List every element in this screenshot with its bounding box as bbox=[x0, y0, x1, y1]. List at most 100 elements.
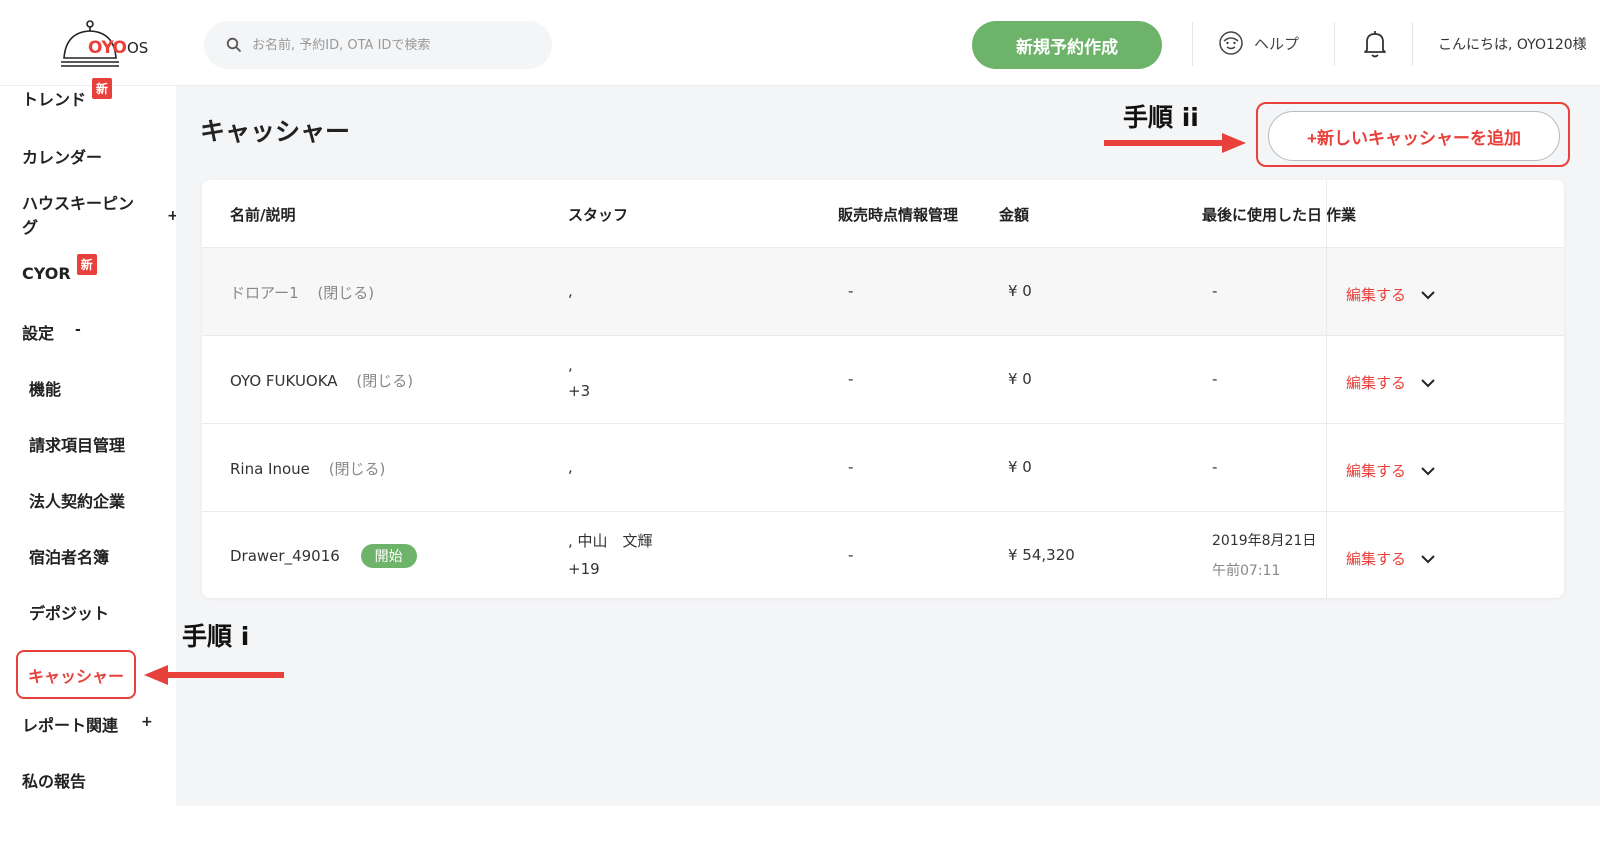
sidebar-item-label: トレンド bbox=[22, 90, 87, 109]
arrow-right-icon bbox=[1104, 133, 1246, 153]
last-used-cell: - bbox=[1212, 458, 1218, 476]
sidebar-item-cyor[interactable]: CYOR 新 bbox=[22, 254, 97, 283]
column-header-staff: スタッフ bbox=[568, 206, 629, 224]
logo-suffix: OS bbox=[127, 39, 149, 57]
table-row: OYO FUKUOKA (閉じる) , +3 - ¥ 0 - 編集する bbox=[202, 335, 1564, 423]
edit-label: 編集する bbox=[1346, 550, 1407, 568]
table-row: Rina Inoue (閉じる) , - ¥ 0 - 編集する bbox=[202, 423, 1564, 511]
header-divider bbox=[1334, 22, 1335, 66]
table-row: Drawer_49016 開始 , 中山 文輝 +19 - ¥ 54,320 2… bbox=[202, 511, 1564, 598]
last-used-cell: - bbox=[1212, 282, 1218, 300]
cashier-name: Rina Inoue (閉じる) bbox=[230, 458, 385, 479]
edit-dropdown[interactable]: 編集する bbox=[1346, 460, 1436, 481]
sidebar-item-label: ハウスキーピン bbox=[22, 194, 135, 213]
table-row: ドロアー1 (閉じる) , - ¥ 0 - 編集する bbox=[202, 247, 1564, 335]
last-used-time: 午前07:11 bbox=[1212, 563, 1281, 579]
pos-cell: - bbox=[848, 458, 854, 476]
sidebar-item-settings[interactable]: 設定 bbox=[22, 320, 54, 344]
pos-cell: - bbox=[848, 546, 854, 564]
cashier-status: (閉じる) bbox=[328, 460, 386, 478]
expand-reports-icon[interactable]: + bbox=[141, 714, 153, 730]
chevron-down-icon bbox=[1421, 378, 1435, 387]
sidebar-item-label: CYOR bbox=[22, 264, 71, 283]
edit-dropdown[interactable]: 編集する bbox=[1346, 372, 1436, 393]
sidebar-item-billing[interactable]: 請求項目管理 bbox=[29, 432, 125, 456]
edit-label: 編集する bbox=[1346, 286, 1407, 304]
help-label: ヘルプ bbox=[1254, 34, 1300, 53]
sidebar-item-reports[interactable]: レポート関連 bbox=[22, 712, 118, 736]
step-i-annotation: 手順 i bbox=[182, 622, 250, 651]
step-ii-annotation: 手順 ii bbox=[1123, 103, 1199, 132]
search-input[interactable] bbox=[252, 37, 532, 53]
top-header: OYO OS 新規予約作成 ヘルプ こんにちは, OYO120様 bbox=[0, 0, 1600, 86]
new-badge: 新 bbox=[92, 78, 113, 99]
sidebar-item-label: グ bbox=[22, 218, 39, 237]
edit-dropdown[interactable]: 編集する bbox=[1346, 548, 1436, 569]
cashier-status: (閉じる) bbox=[356, 372, 414, 390]
staff-cell: , bbox=[568, 458, 573, 476]
amount-cell: ¥ 54,320 bbox=[1008, 546, 1075, 564]
search-bar[interactable] bbox=[204, 21, 552, 69]
chevron-down-icon bbox=[1421, 466, 1435, 475]
help-face-icon bbox=[1219, 31, 1243, 55]
new-badge: 新 bbox=[76, 254, 97, 275]
cashier-name-text: OYO FUKUOKA bbox=[230, 372, 338, 390]
amount-cell: ¥ 0 bbox=[1008, 458, 1032, 476]
sidebar-item-guest-list[interactable]: 宿泊者名簿 bbox=[29, 544, 109, 568]
sidebar-item-features[interactable]: 機能 bbox=[29, 376, 61, 400]
amount-cell: ¥ 0 bbox=[1008, 370, 1032, 388]
sidebar-item-housekeeping[interactable]: ハウスキーピン グ bbox=[22, 190, 134, 238]
last-used-date: 2019年8月21日 bbox=[1212, 533, 1317, 549]
oyo-os-logo[interactable]: OYO OS bbox=[60, 18, 160, 70]
cashier-status: (閉じる) bbox=[317, 284, 375, 302]
cashier-table: 名前/説明 スタッフ 販売時点情報管理 金額 最後に使用した日 作業 ドロアー1… bbox=[202, 180, 1564, 598]
column-header-name: 名前/説明 bbox=[230, 206, 296, 224]
bell-icon bbox=[1364, 31, 1386, 58]
add-cashier-button[interactable]: +新しいキャッシャーを追加 bbox=[1268, 111, 1560, 161]
staff-cell: , bbox=[568, 356, 573, 374]
pos-cell: - bbox=[848, 370, 854, 388]
help-link[interactable]: ヘルプ bbox=[1218, 30, 1299, 56]
edit-dropdown[interactable]: 編集する bbox=[1346, 284, 1436, 305]
column-header-actions: 作業 bbox=[1326, 206, 1357, 224]
logo-text: OYO bbox=[88, 38, 127, 58]
collapse-settings-icon[interactable]: - bbox=[75, 322, 81, 338]
sidebar-item-my-reports[interactable]: 私の報告 bbox=[22, 768, 86, 792]
edit-label: 編集する bbox=[1346, 462, 1407, 480]
actions-column-divider bbox=[1326, 512, 1327, 598]
sidebar-item-corporate[interactable]: 法人契約企業 bbox=[29, 488, 125, 512]
last-used-cell: - bbox=[1212, 370, 1218, 388]
chevron-down-icon bbox=[1421, 290, 1435, 299]
notification-bell[interactable] bbox=[1363, 30, 1387, 62]
header-divider bbox=[1412, 22, 1413, 66]
chevron-down-icon bbox=[1421, 554, 1435, 563]
page-title: キャッシャー bbox=[200, 117, 351, 146]
sidebar-item-calendar[interactable]: カレンダー bbox=[22, 144, 102, 168]
cashier-name-text: ドロアー1 bbox=[230, 284, 299, 302]
status-badge: 開始 bbox=[360, 544, 417, 568]
sidebar-item-cashier[interactable]: キャッシャー bbox=[16, 650, 136, 699]
cashier-name-text: Drawer_49016 bbox=[230, 547, 340, 565]
search-icon bbox=[226, 37, 242, 53]
new-booking-button[interactable]: 新規予約作成 bbox=[972, 21, 1162, 69]
sidebar-item-deposit[interactable]: デポジット bbox=[29, 600, 109, 624]
cashier-name: OYO FUKUOKA (閉じる) bbox=[230, 370, 413, 391]
table-header: 名前/説明 スタッフ 販売時点情報管理 金額 最後に使用した日 作業 bbox=[202, 180, 1564, 247]
cashier-name: ドロアー1 (閉じる) bbox=[230, 282, 374, 303]
staff-extra-count: +3 bbox=[568, 382, 591, 400]
cashier-name: Drawer_49016 開始 bbox=[230, 544, 417, 568]
staff-cell: , bbox=[568, 282, 573, 300]
cashier-name-text: Rina Inoue bbox=[230, 460, 310, 478]
column-header-amount: 金額 bbox=[999, 206, 1030, 224]
actions-column-divider bbox=[1326, 248, 1327, 335]
user-greeting[interactable]: こんにちは, OYO120様 bbox=[1438, 34, 1587, 54]
arrow-left-icon bbox=[144, 665, 284, 685]
edit-label: 編集する bbox=[1346, 374, 1407, 392]
column-header-pos: 販売時点情報管理 bbox=[838, 206, 959, 224]
amount-cell: ¥ 0 bbox=[1008, 282, 1032, 300]
column-header-last-used: 最後に使用した日 bbox=[1202, 206, 1323, 224]
header-divider bbox=[1192, 22, 1193, 66]
sidebar-item-trend[interactable]: トレンド新 bbox=[22, 78, 113, 110]
actions-column-divider bbox=[1326, 424, 1327, 511]
staff-extra-count: +19 bbox=[568, 560, 600, 578]
